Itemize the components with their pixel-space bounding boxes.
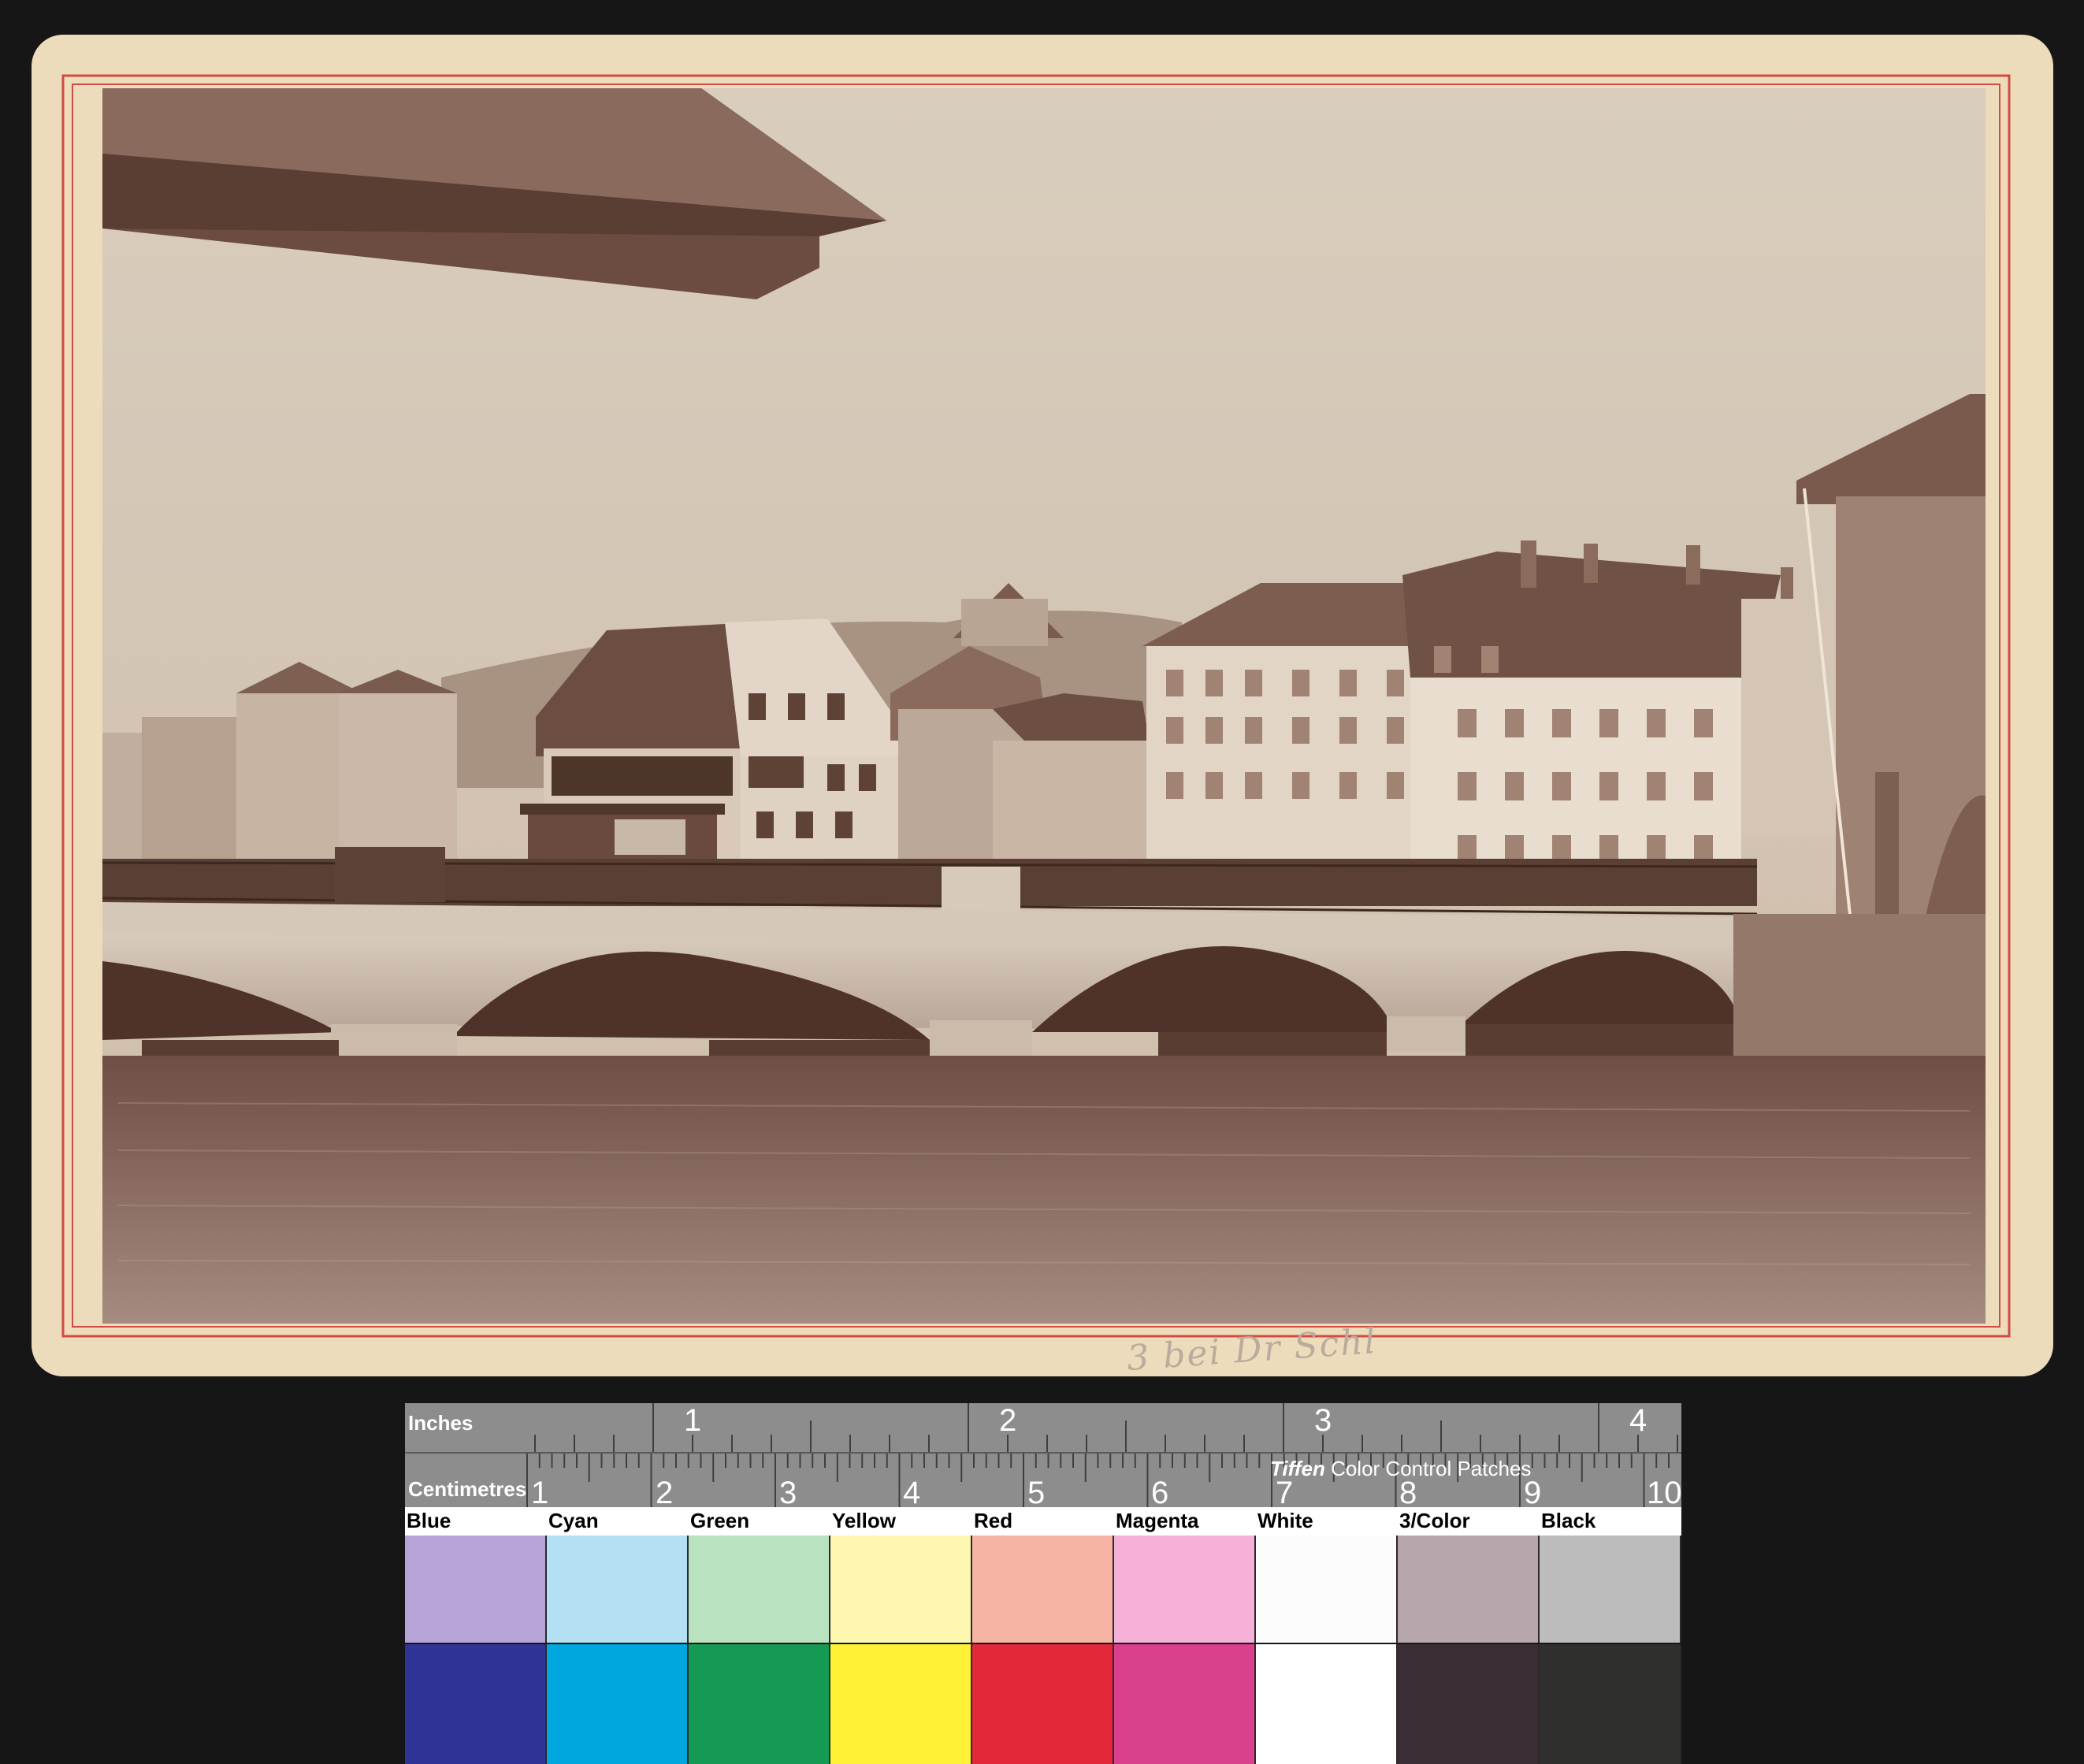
dark-patch bbox=[1540, 1644, 1681, 1764]
mounted-photograph bbox=[0, 0, 2084, 1402]
dark-patch bbox=[830, 1644, 972, 1764]
light-patch bbox=[547, 1536, 689, 1643]
patch-label-red: Red bbox=[974, 1509, 1013, 1532]
light-patch bbox=[1398, 1536, 1540, 1643]
cm-number: 4 bbox=[903, 1476, 921, 1509]
tiffen-heading: Tiffen Color Control Patches bbox=[1270, 1457, 1531, 1481]
dark-patch bbox=[405, 1644, 547, 1764]
dark-patch bbox=[1256, 1644, 1398, 1764]
light-patch bbox=[1256, 1536, 1398, 1643]
dark-patch bbox=[972, 1644, 1114, 1764]
dark-patch bbox=[689, 1644, 830, 1764]
light-patch bbox=[1540, 1536, 1681, 1643]
large-hotel-building bbox=[1142, 540, 1836, 882]
cm-number: 2 bbox=[656, 1476, 674, 1509]
inches-ruler: Inches 1 2 3 4 bbox=[405, 1403, 1681, 1452]
inch-number: 3 bbox=[1314, 1403, 1332, 1438]
cm-number: 5 bbox=[1027, 1476, 1046, 1509]
light-patch bbox=[1114, 1536, 1256, 1643]
dark-patch bbox=[547, 1644, 689, 1764]
inch-number: 4 bbox=[1629, 1403, 1648, 1438]
patch-labels: Blue Cyan Green Yellow Red Magenta White 3/Colo… bbox=[405, 1507, 1681, 1536]
color-control-target: Inches 1 2 3 4 Centimetres 1 2 3 4 5 6 7… bbox=[405, 1403, 1681, 1764]
patch-label-magenta: Magenta bbox=[1116, 1509, 1199, 1532]
patch-label-3-color: 3/Color bbox=[1399, 1509, 1470, 1532]
dark-patches-row bbox=[405, 1644, 1681, 1764]
light-patch bbox=[830, 1536, 972, 1643]
dark-patch bbox=[1398, 1644, 1540, 1764]
tiffen-subtitle: Color Control Patches bbox=[1331, 1457, 1532, 1480]
cm-number: 6 bbox=[1151, 1476, 1169, 1509]
inch-ticks bbox=[534, 1403, 1678, 1452]
centimetres-ruler: Centimetres 1 2 3 4 5 6 7 8 9 10 Tiffen … bbox=[405, 1452, 1681, 1509]
tiffen-brand: Tiffen bbox=[1270, 1457, 1325, 1480]
patch-label-white: White bbox=[1257, 1509, 1313, 1532]
river-water bbox=[102, 1056, 1986, 1324]
light-patch bbox=[972, 1536, 1114, 1643]
patch-label-yellow: Yellow bbox=[832, 1509, 896, 1532]
inches-label: Inches bbox=[408, 1411, 474, 1435]
dark-patch bbox=[1114, 1644, 1256, 1764]
light-patch bbox=[689, 1536, 830, 1643]
patch-label-green: Green bbox=[690, 1509, 750, 1532]
light-patches-row bbox=[405, 1536, 1681, 1643]
cm-number: 3 bbox=[779, 1476, 797, 1509]
centimetres-label: Centimetres bbox=[408, 1477, 527, 1501]
inch-number: 1 bbox=[684, 1403, 702, 1438]
inch-number: 2 bbox=[999, 1403, 1017, 1438]
patch-label-black: Black bbox=[1541, 1509, 1596, 1532]
patch-label-cyan: Cyan bbox=[548, 1509, 599, 1532]
cm-number: 10 bbox=[1647, 1476, 1681, 1509]
cm-number: 1 bbox=[531, 1476, 549, 1509]
patch-label-blue: Blue bbox=[407, 1509, 451, 1532]
light-patch bbox=[405, 1536, 547, 1643]
